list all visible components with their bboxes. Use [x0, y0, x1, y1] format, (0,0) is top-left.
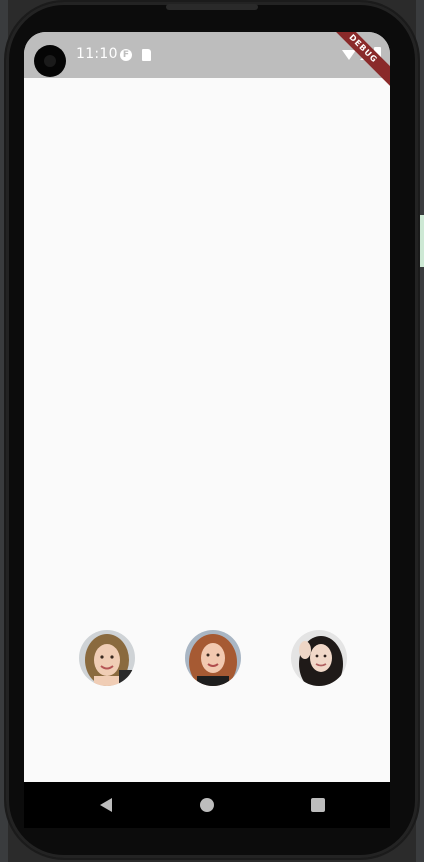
home-icon[interactable]	[200, 798, 214, 812]
sd-card-icon	[142, 49, 151, 61]
status-bar: 11:10 F	[24, 32, 390, 78]
avatar-2[interactable]	[185, 630, 241, 686]
avatar-1-photo	[79, 630, 135, 686]
avatar-2-photo	[185, 630, 241, 686]
wifi-icon	[342, 50, 356, 60]
back-icon[interactable]	[100, 798, 112, 812]
avatar-3[interactable]	[291, 630, 347, 686]
avatar-3-photo	[291, 630, 347, 686]
front-camera-icon	[34, 45, 66, 77]
navigation-bar	[24, 782, 390, 828]
status-time: 11:10	[76, 46, 118, 62]
flutter-notification-icon: F	[120, 49, 132, 61]
phone-speaker	[166, 4, 258, 10]
app-screen: 11:10 F DEBUG	[24, 32, 390, 782]
avatar-1[interactable]	[79, 630, 135, 686]
emulator-stage: 11:10 F DEBUG	[0, 0, 424, 862]
recents-icon[interactable]	[311, 798, 325, 812]
